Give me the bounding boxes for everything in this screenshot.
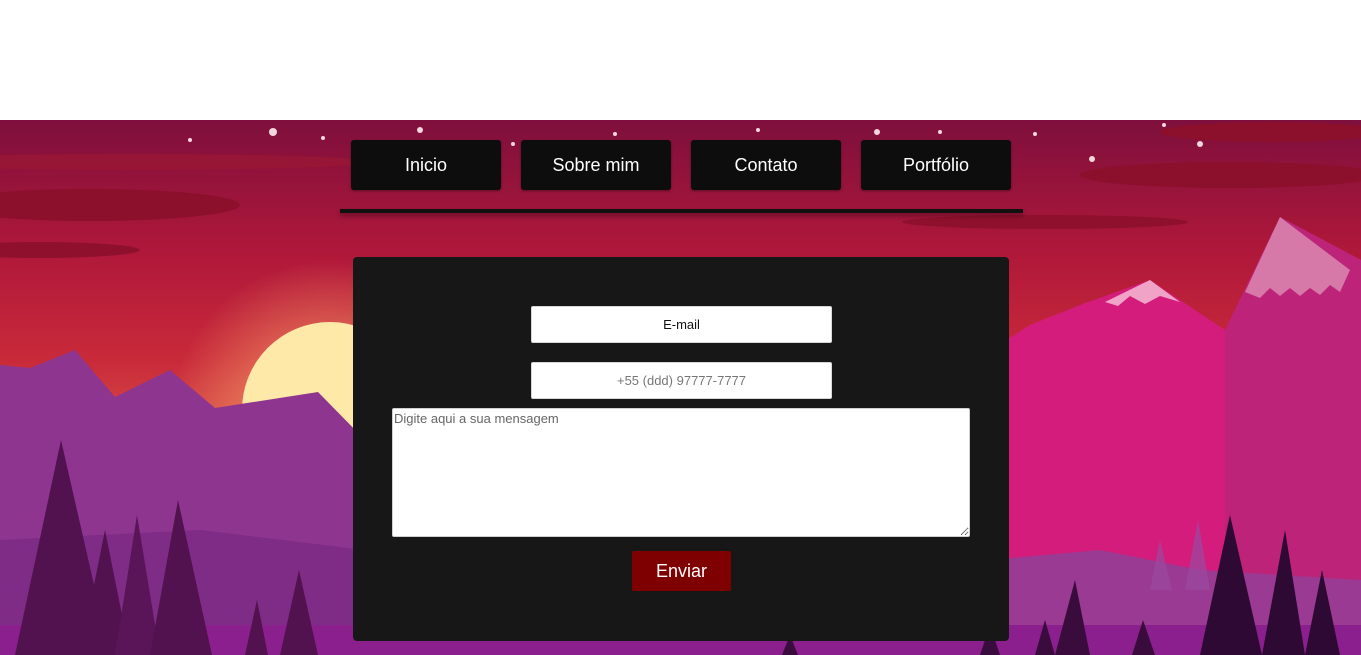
email-field[interactable]	[531, 306, 832, 343]
nav-button-inicio[interactable]: Inicio	[351, 140, 501, 190]
send-button[interactable]: Enviar	[632, 551, 731, 591]
page-header-blank	[0, 0, 1361, 120]
phone-field[interactable]	[531, 362, 832, 399]
nav-button-sobre-mim[interactable]: Sobre mim	[521, 140, 671, 190]
main-navigation: Inicio Sobre mim Contato Portfólio	[351, 140, 1011, 190]
message-textarea[interactable]	[392, 408, 970, 537]
nav-divider	[340, 209, 1023, 213]
nav-button-portfolio[interactable]: Portfólio	[861, 140, 1011, 190]
nav-button-contato[interactable]: Contato	[691, 140, 841, 190]
